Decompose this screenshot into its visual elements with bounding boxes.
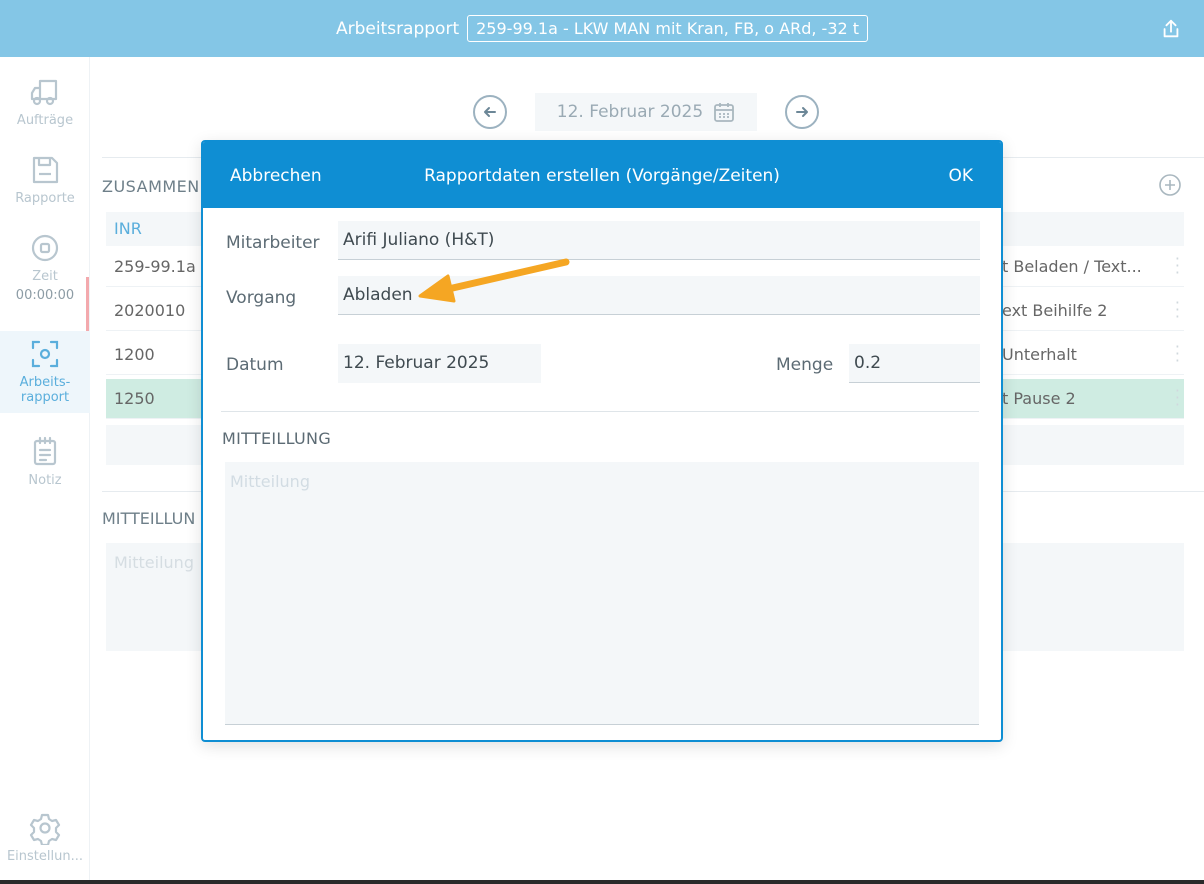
focus-target-icon — [31, 340, 59, 368]
truck-icon — [30, 79, 58, 106]
menge-field[interactable]: 0.2 — [849, 344, 980, 383]
gear-icon — [29, 813, 61, 845]
previous-day-button[interactable] — [473, 95, 507, 129]
mitarbeiter-label: Mitarbeiter — [226, 233, 320, 253]
bottom-edge — [0, 880, 1204, 884]
order-selector[interactable]: 259-99.1a - LKW MAN mit Kran, FB, o ARd,… — [467, 15, 869, 42]
save-document-icon — [32, 156, 59, 184]
vorgang-label: Vorgang — [226, 288, 297, 308]
row-description: t Pause 2 — [1002, 389, 1076, 408]
sidebar: Aufträge Rapporte Zeit 00:00:00 Arbeits-… — [0, 57, 90, 880]
notepad-icon — [33, 436, 57, 466]
sidebar-item-label-line2: rapport — [20, 390, 70, 405]
menge-label: Menge — [776, 355, 834, 375]
annotation-arrow-icon — [418, 258, 570, 303]
section-title: ZUSAMMEN — [102, 177, 200, 196]
ok-button[interactable]: OK — [948, 166, 973, 186]
more-vertical-icon[interactable]: · · · — [1175, 383, 1180, 413]
datum-label: Datum — [226, 355, 284, 375]
sidebar-item-label: Einstellun... — [6, 849, 84, 864]
current-date: 12. Februar 2025 — [556, 102, 704, 122]
next-day-button[interactable] — [785, 95, 819, 129]
sidebar-item-auftraege[interactable]: Aufträge — [0, 75, 90, 128]
row-description: Unterhalt — [1002, 345, 1077, 364]
sidebar-item-label: Aufträge — [16, 113, 74, 128]
sidebar-item-label: Arbeits- — [19, 375, 71, 390]
date-navigation: 12. Februar 2025 — [473, 93, 819, 131]
timer-value: 00:00:00 — [15, 288, 75, 303]
top-bar: Arbeitsrapport 259-99.1a - LKW MAN mit K… — [0, 0, 1204, 57]
sidebar-item-label: Notiz — [28, 473, 62, 488]
share-icon[interactable] — [1160, 18, 1182, 40]
sidebar-item-einstellungen[interactable]: Einstellun... — [0, 811, 90, 864]
sidebar-item-notiz[interactable]: Notiz — [0, 435, 90, 488]
create-report-dialog: Abbrechen Rapportdaten erstellen (Vorgän… — [201, 140, 1003, 742]
message-section-title: MITTEILLUN — [102, 509, 196, 528]
row-inr: 1200 — [114, 345, 155, 364]
dialog-message-title: MITTEILLUNG — [222, 429, 332, 448]
column-header-inr: INR — [114, 219, 142, 238]
page-title: Arbeitsrapport — [335, 18, 460, 39]
more-vertical-icon[interactable]: · · · — [1175, 339, 1180, 369]
sidebar-item-rapporte[interactable]: Rapporte — [0, 153, 90, 206]
add-circle-icon[interactable] — [1158, 173, 1182, 197]
row-description: ext Beihilfe 2 — [1002, 301, 1108, 320]
row-inr: 1250 — [114, 389, 155, 408]
sidebar-item-label: Zeit — [32, 269, 58, 284]
dialog-divider — [221, 411, 979, 412]
arrow-right-icon — [796, 107, 808, 117]
dialog-header: Abbrechen Rapportdaten erstellen (Vorgän… — [203, 142, 1001, 208]
datum-field[interactable]: 12. Februar 2025 — [338, 344, 541, 383]
row-description: t Beladen / Text... — [1002, 257, 1142, 276]
more-vertical-icon[interactable]: · · · — [1175, 251, 1180, 281]
date-picker[interactable]: 12. Februar 2025 — [535, 93, 757, 131]
stop-timer-icon — [31, 234, 59, 262]
arrow-left-icon — [484, 107, 496, 117]
sidebar-item-label: Rapporte — [15, 191, 75, 206]
sidebar-item-arbeitsrapport[interactable]: Arbeits- rapport — [0, 331, 90, 413]
calendar-icon — [714, 103, 735, 122]
dialog-message-textarea[interactable]: Mitteilung — [225, 462, 979, 725]
row-inr: 2020010 — [114, 301, 186, 320]
row-inr: 259-99.1a — [114, 257, 196, 276]
dialog-title: Rapportdaten erstellen (Vorgänge/Zeiten) — [424, 166, 780, 186]
more-vertical-icon[interactable]: · · · — [1175, 295, 1180, 325]
sidebar-item-zeit[interactable]: Zeit 00:00:00 — [0, 231, 90, 303]
